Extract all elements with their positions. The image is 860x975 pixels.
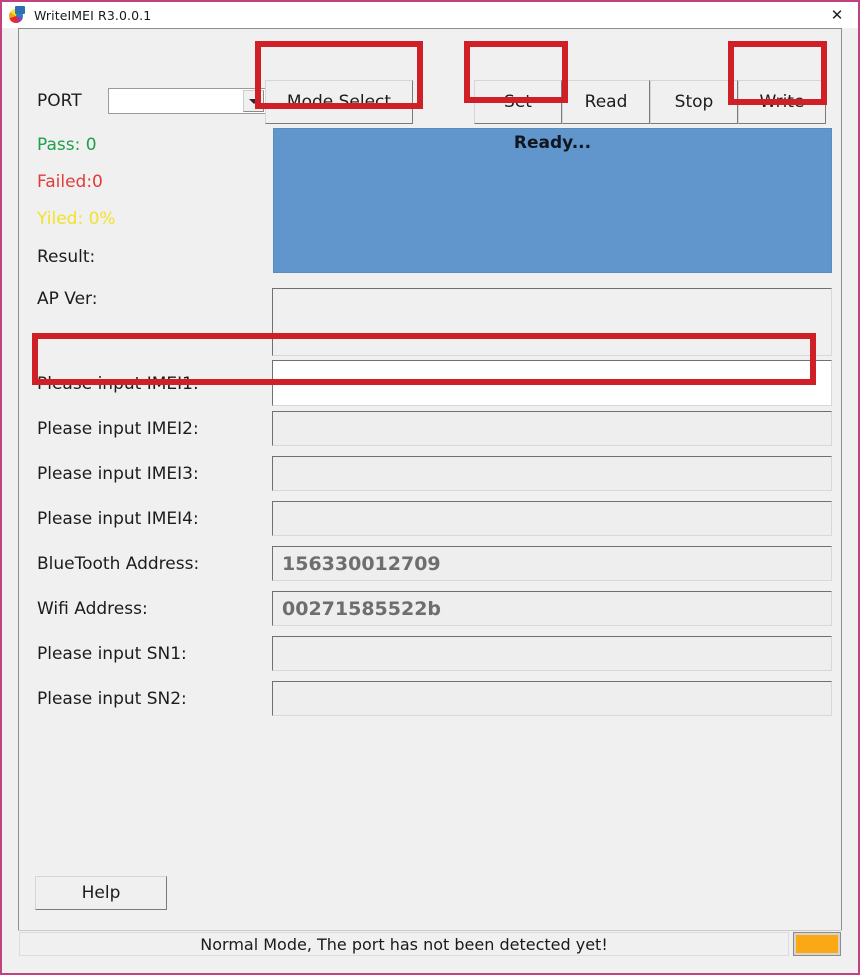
status-indicator: [793, 932, 841, 956]
result-label: Result:: [37, 247, 96, 267]
chevron-down-icon[interactable]: [243, 90, 264, 112]
imei4-label: Please input IMEI4:: [37, 509, 199, 529]
bluetooth-address-label: BlueTooth Address:: [37, 554, 200, 574]
imei2-label: Please input IMEI2:: [37, 419, 199, 439]
app-color-ball-icon: [8, 6, 26, 24]
close-icon[interactable]: ✕: [820, 2, 854, 28]
imei1-label: Please input IMEI1:: [37, 374, 199, 394]
sn2-label: Please input SN2:: [37, 689, 187, 709]
status-bar: Normal Mode, The port has not been detec…: [18, 930, 842, 956]
imei3-label: Please input IMEI3:: [37, 464, 199, 484]
main-panel: PORT Mode Select Set Read Stop Write Pas…: [18, 28, 842, 946]
imei2-input[interactable]: [272, 411, 832, 446]
set-button[interactable]: Set: [474, 80, 562, 124]
read-button[interactable]: Read: [562, 80, 650, 124]
port-select[interactable]: [108, 88, 267, 114]
apver-label: AP Ver:: [37, 289, 98, 309]
bluetooth-address-input[interactable]: 156330012709: [272, 546, 832, 581]
imei1-input[interactable]: [272, 360, 832, 406]
app-window: WriteIMEI R3.0.0.1 ✕ PORT Mode Select Se…: [0, 0, 860, 975]
title-bar: WriteIMEI R3.0.0.1 ✕: [2, 2, 858, 28]
log-status-text: Ready...: [513, 133, 592, 153]
log-panel: Ready...: [273, 128, 832, 273]
mode-select-button[interactable]: Mode Select: [265, 80, 413, 124]
yield-counter: Yiled: 0%: [37, 209, 116, 229]
sn1-input[interactable]: [272, 636, 832, 671]
status-message: Normal Mode, The port has not been detec…: [19, 932, 789, 956]
imei3-input[interactable]: [272, 456, 832, 491]
window-title: WriteIMEI R3.0.0.1: [34, 7, 152, 23]
imei4-input[interactable]: [272, 501, 832, 536]
stop-button[interactable]: Stop: [650, 80, 738, 124]
pass-counter: Pass: 0: [37, 135, 97, 155]
sn1-label: Please input SN1:: [37, 644, 187, 664]
help-button[interactable]: Help: [35, 876, 167, 910]
wifi-address-label: Wifi Address:: [37, 599, 148, 619]
failed-counter: Failed:0: [37, 172, 103, 192]
wifi-address-input[interactable]: 00271585522b: [272, 591, 832, 626]
sn2-input[interactable]: [272, 681, 832, 716]
apver-field[interactable]: [272, 288, 832, 356]
port-label: PORT: [37, 91, 82, 111]
write-button[interactable]: Write: [738, 80, 826, 124]
